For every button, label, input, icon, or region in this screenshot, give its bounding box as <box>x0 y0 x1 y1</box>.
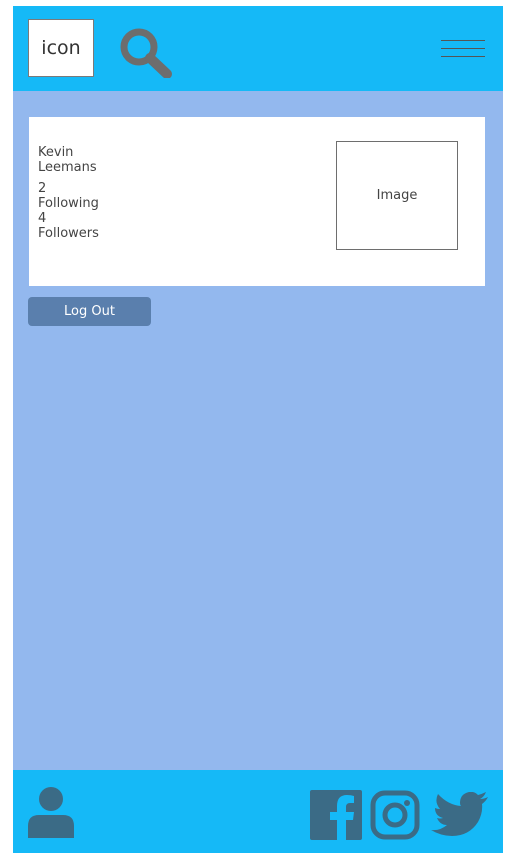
footer-bar <box>13 770 503 853</box>
search-icon[interactable] <box>117 26 173 78</box>
profile-image-placeholder: Image <box>336 141 458 250</box>
profile-card: Kevin Leemans 2 Following 4 Followers Im… <box>29 117 485 286</box>
menu-line <box>441 40 485 41</box>
twitter-icon[interactable] <box>431 792 489 838</box>
menu-line <box>441 48 485 49</box>
header-bar: icon <box>13 6 503 91</box>
profile-first-name: Kevin <box>38 145 74 160</box>
profile-last-name: Leemans <box>38 160 97 175</box>
followers-count: 4 <box>38 211 47 226</box>
logo-placeholder[interactable]: icon <box>28 19 94 77</box>
hamburger-menu-icon[interactable] <box>441 38 485 66</box>
instagram-icon[interactable] <box>370 790 420 840</box>
facebook-icon[interactable] <box>310 790 362 840</box>
user-icon[interactable] <box>27 786 75 838</box>
app-screen: icon Kevin Leemans 2 Following 4 Followe… <box>13 6 503 853</box>
profile-info: Kevin Leemans 2 Following 4 Followers <box>38 145 99 241</box>
menu-line <box>441 56 485 57</box>
logo-label: icon <box>41 37 81 59</box>
profile-image-label: Image <box>376 188 418 203</box>
following-count: 2 <box>38 181 47 196</box>
following-label: Following <box>38 196 99 211</box>
logout-button[interactable]: Log Out <box>28 297 151 326</box>
followers-label: Followers <box>38 226 99 241</box>
